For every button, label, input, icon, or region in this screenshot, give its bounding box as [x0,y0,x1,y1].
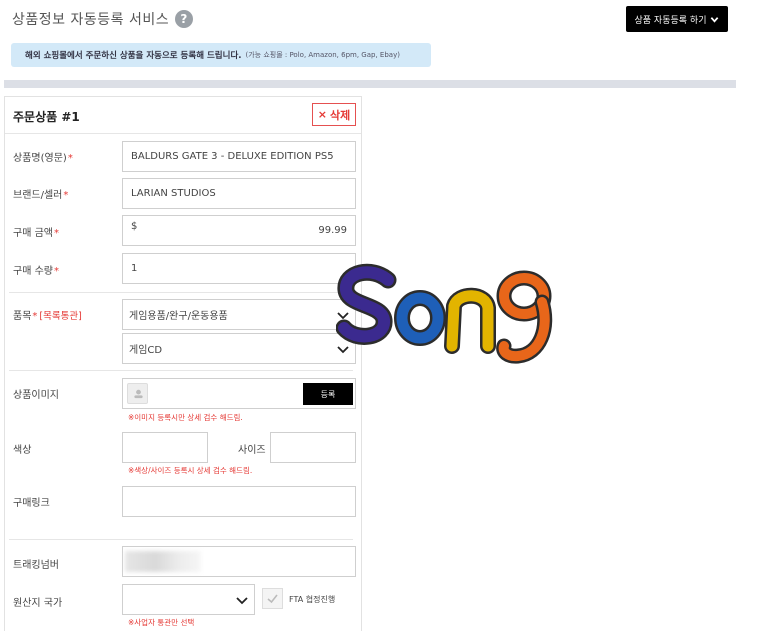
page-title: 상품정보 자동등록 서비스 ? [12,9,194,29]
card-title: 주문상품 #1 [13,110,80,124]
tracking-redacted [125,551,201,572]
brand-value: LARIAN STUDIOS [131,188,216,199]
image-placeholder-icon [134,389,143,399]
image-upload-box[interactable]: 등록 [122,378,356,409]
color-input[interactable] [122,432,208,463]
required-mark: * [53,228,59,239]
category-sub-select[interactable]: 게임CD [122,333,356,364]
category-label: 품목* [목록통관] [13,311,82,322]
price-label: 구매 금액* [13,228,59,239]
separator [9,370,353,371]
chevron-down-icon [711,16,719,23]
price-input[interactable]: $ 99.99 [122,215,356,246]
separator [9,292,353,293]
notice-subtext: (가능 쇼핑몰 : Polo, Amazon, 6pm, Gap, Ebay) [245,51,400,59]
category-sub-value: 게임CD [129,345,163,356]
size-input[interactable] [270,432,356,463]
origin-country-label: 원산지 국가 [13,598,63,609]
notice-banner: 해외 쇼핑몰에서 주문하신 상품을 자동으로 등록해 드립니다. (가능 쇼핑몰… [11,43,431,67]
product-name-label: 상품명(영문)* [13,153,73,164]
image-upload-button[interactable]: 등록 [303,383,353,405]
image-thumbnail [127,383,148,404]
required-mark: * [32,311,38,322]
currency-symbol: $ [131,221,138,232]
required-mark: * [63,190,69,201]
delete-button[interactable]: × 삭제 [312,103,356,126]
required-mark: * [53,266,59,277]
chevron-down-icon [236,597,248,605]
quantity-label: 구매 수량* [13,266,59,277]
color-size-hint: ※색상/사이즈 등록시 상세 검수 해드림. [128,466,253,475]
brand-input[interactable]: LARIAN STUDIOS [122,178,356,209]
delete-label: 삭제 [329,108,351,122]
quantity-value: 1 [131,263,138,274]
page-title-text: 상품정보 자동등록 서비스 [12,12,170,28]
order-item-card: 주문상품 #1 × 삭제 상품명(영문)* BALDURS GATE 3 - D… [4,96,362,631]
fta-label: FTA 협정진행 [289,595,336,604]
image-label: 상품이미지 [13,390,59,401]
origin-country-select[interactable] [122,584,255,615]
notice-text: 해외 쇼핑몰에서 주문하신 상품을 자동으로 등록해 드립니다. [25,51,242,61]
customs-tag: [목록통관] [39,311,82,322]
section-divider [4,80,736,88]
help-icon[interactable]: ? [175,10,194,28]
tracking-input[interactable] [122,546,356,577]
size-label: 사이즈 [238,445,266,456]
purchase-link-label: 구매링크 [13,498,50,509]
product-name-value: BALDURS GATE 3 - DELUXE EDITION PS5 [131,151,334,162]
card-header: 주문상품 #1 × 삭제 [5,97,361,134]
auto-register-label: 상품 자동등록 하기 [634,15,707,26]
brand-label: 브랜드/셀러* [13,190,69,201]
image-hint: ※이미지 등록시만 상세 검수 해드림. [128,413,243,422]
category-main-select[interactable]: 게임용품/완구/운동용품 [122,299,356,330]
required-mark: * [67,153,73,164]
close-icon: × [317,108,327,121]
quantity-input[interactable]: 1 [122,253,356,284]
tracking-label: 트래킹넘버 [13,560,59,571]
separator [9,539,353,540]
fta-checkbox[interactable] [262,588,283,609]
country-hint: ※사업자 통관만 선택 [128,618,195,627]
product-name-input[interactable]: BALDURS GATE 3 - DELUXE EDITION PS5 [122,141,356,172]
category-main-value: 게임용품/완구/운동용품 [129,311,228,322]
auto-register-button[interactable]: 상품 자동등록 하기 [626,6,728,32]
purchase-link-input[interactable] [122,486,356,517]
price-value: 99.99 [318,225,347,236]
song-logo-sticker [336,263,553,364]
check-icon [267,594,278,604]
color-label: 색상 [13,445,32,456]
